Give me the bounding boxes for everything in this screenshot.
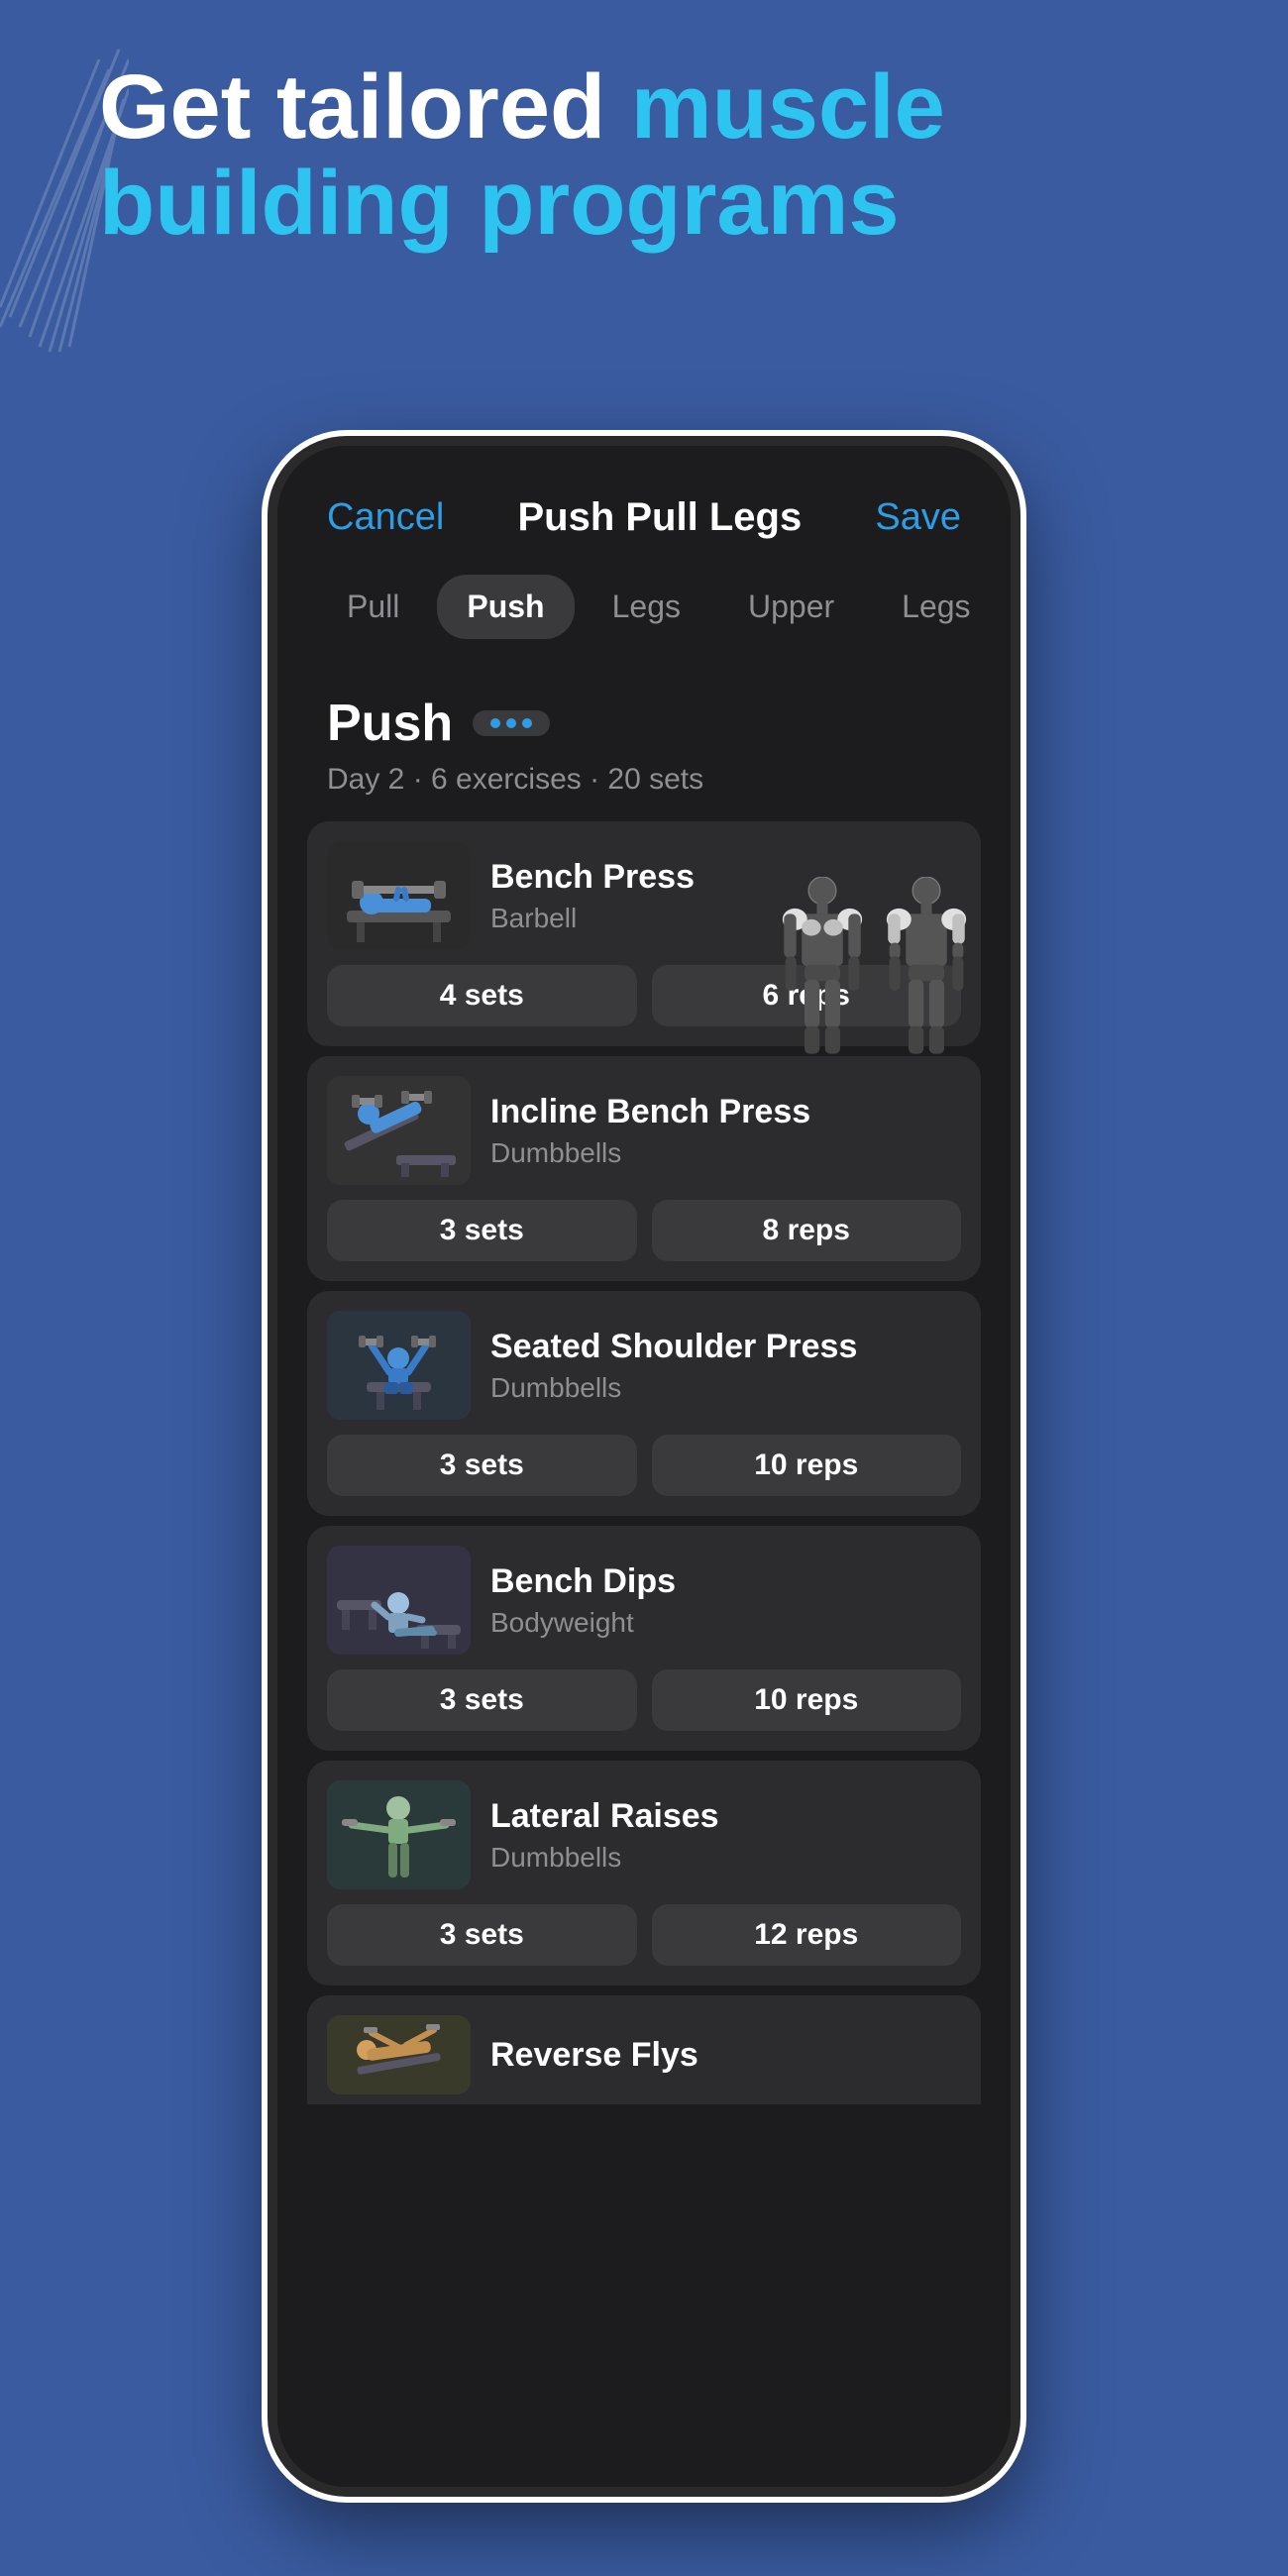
phone-wrapper: Cancel Push Pull Legs Save Pull Push Leg… [268,436,1020,2497]
exercise-image-incline-bench-press [327,1076,471,1185]
reps-badge[interactable]: 10 reps [652,1435,962,1496]
exercise-image-reverse-flys [327,2015,471,2094]
exercise-card-incline-bench-press[interactable]: Incline Bench Press Dumbbells 3 sets 8 r… [307,1056,981,1281]
exercise-info: Bench Dips Bodyweight [490,1561,676,1639]
exercise-image-bench-press [327,841,471,950]
exercise-equipment: Dumbbells [490,1842,719,1874]
reps-badge[interactable]: 12 reps [652,1904,962,1966]
tab-bar: Pull Push Legs Upper Legs [277,560,1011,659]
exercise-card-lateral-raises[interactable]: Lateral Raises Dumbbells 3 sets 12 reps [307,1761,981,1986]
exercise-name: Incline Bench Press [490,1092,810,1132]
sets-badge[interactable]: 3 sets [327,1200,637,1261]
nav-title: Push Pull Legs [517,495,802,540]
exercise-name: Bench Press [490,857,695,898]
header-text-highlight1: muscle [631,56,945,158]
exercise-stats: 3 sets 12 reps [327,1904,961,1966]
exercise-equipment: Dumbbells [490,1372,857,1404]
sets-badge[interactable]: 4 sets [327,965,637,1026]
section-title: Push [327,694,453,753]
dot2 [506,718,516,728]
phone-screen: Cancel Push Pull Legs Save Pull Push Leg… [277,446,1011,2487]
exercise-equipment: Bodyweight [490,1607,676,1639]
sets-badge[interactable]: 3 sets [327,1904,637,1966]
tab-legs1[interactable]: Legs [583,575,710,639]
section-meta: Day 2 · 6 exercises · 20 sets [277,763,1011,806]
exercise-name: Reverse Flys [490,2036,698,2075]
exercise-info: Bench Press Barbell [490,857,695,934]
tab-legs2[interactable]: Legs [872,575,1000,639]
header-text-highlight2: building programs [99,153,900,254]
exercise-name: Lateral Raises [490,1796,719,1837]
tab-push[interactable]: Push [437,575,574,639]
header-title: Get tailored muscle building programs [99,59,1209,251]
exercise-name: Seated Shoulder Press [490,1327,857,1367]
exercise-info: Seated Shoulder Press Dumbbells [490,1327,857,1404]
exercise-info: Reverse Flys [490,2036,698,2075]
nav-bar: Cancel Push Pull Legs Save [277,446,1011,560]
exercise-stats: 3 sets 10 reps [327,1435,961,1496]
tab-upper[interactable]: Upper [718,575,864,639]
reps-badge[interactable]: 10 reps [652,1669,962,1731]
header-section: Get tailored muscle building programs [99,59,1209,251]
exercise-top: Seated Shoulder Press Dumbbells [327,1311,961,1420]
exercise-stats: 3 sets 8 reps [327,1200,961,1261]
section-header: Push [277,669,1011,763]
exercise-top: Lateral Raises Dumbbells [327,1780,961,1889]
exercise-info: Incline Bench Press Dumbbells [490,1092,810,1169]
save-button[interactable]: Save [875,496,961,539]
exercise-image-seated-shoulder-press [327,1311,471,1420]
dot3 [522,718,532,728]
body-diagram [778,877,971,1055]
exercise-name: Bench Dips [490,1561,676,1602]
body-back [882,877,971,1055]
exercise-image-bench-dips [327,1546,471,1655]
exercise-info: Lateral Raises Dumbbells [490,1796,719,1874]
exercise-top: Bench Dips Bodyweight [327,1546,961,1655]
exercise-card-reverse-flys-partial[interactable]: Reverse Flys [307,1995,981,2104]
exercise-image-lateral-raises [327,1780,471,1889]
sets-badge[interactable]: 3 sets [327,1669,637,1731]
exercise-card-bench-dips[interactable]: Bench Dips Bodyweight 3 sets 10 reps [307,1526,981,1751]
reps-badge[interactable]: 8 reps [652,1200,962,1261]
dot1 [490,718,500,728]
body-front [778,877,867,1055]
exercise-top: Incline Bench Press Dumbbells [327,1076,961,1185]
exercise-equipment: Dumbbells [490,1137,810,1169]
sets-badge[interactable]: 3 sets [327,1435,637,1496]
cancel-button[interactable]: Cancel [327,496,444,539]
header-text-normal: Get tailored [99,56,631,158]
phone-outer: Cancel Push Pull Legs Save Pull Push Leg… [268,436,1020,2497]
exercise-list: Bench Press Barbell 4 sets 6 reps [277,811,1011,2487]
more-options-button[interactable] [473,710,550,736]
exercise-card-seated-shoulder-press[interactable]: Seated Shoulder Press Dumbbells 3 sets 1… [307,1291,981,1516]
exercise-equipment: Barbell [490,903,695,934]
exercise-stats: 3 sets 10 reps [327,1669,961,1731]
tab-pull[interactable]: Pull [317,575,429,639]
